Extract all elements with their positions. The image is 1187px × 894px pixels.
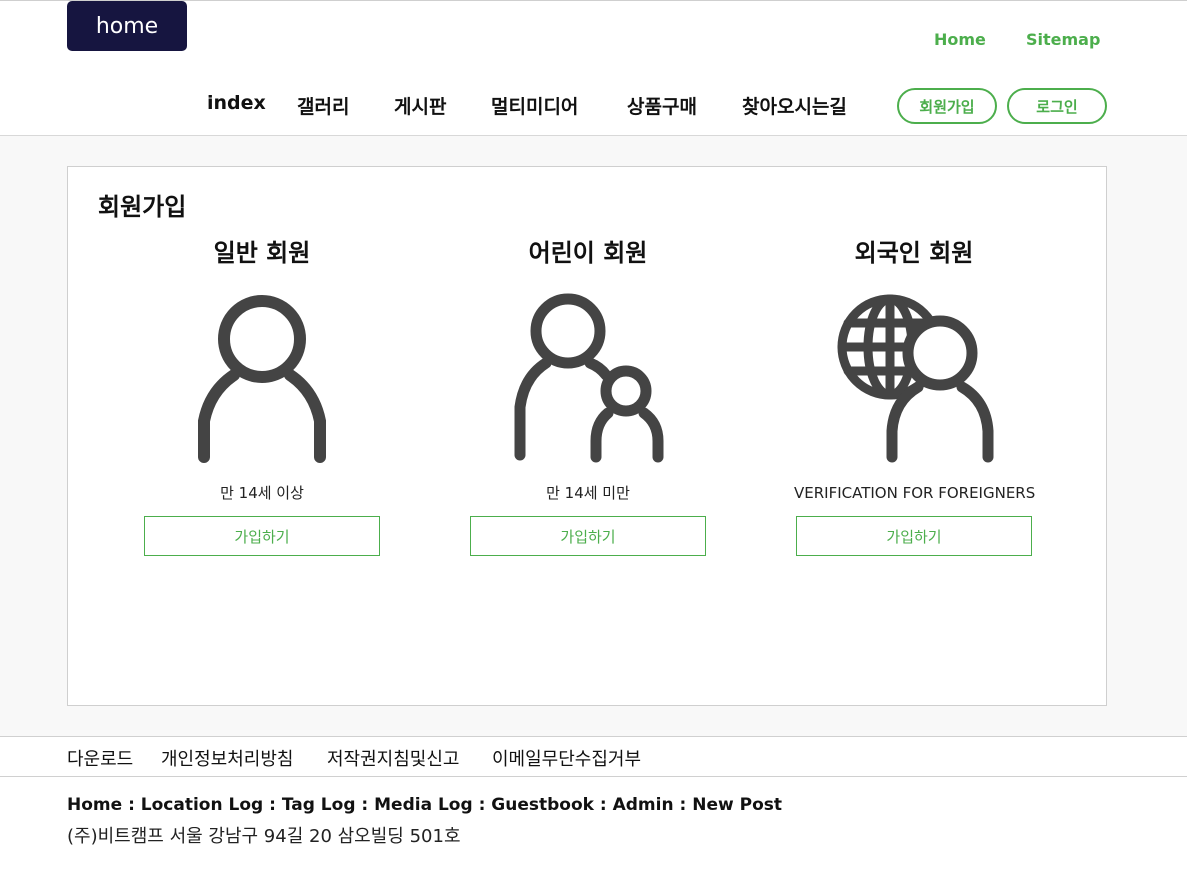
nav-item-gallery[interactable]: 갤러리 bbox=[297, 92, 349, 122]
footer-nav-location-log[interactable]: Location Log bbox=[141, 795, 263, 815]
signup-button[interactable]: 회원가입 bbox=[897, 88, 997, 124]
nav-item-index[interactable]: index bbox=[207, 92, 266, 122]
footer-nav-separator: : bbox=[593, 795, 613, 815]
page-title: 회원가입 bbox=[98, 193, 187, 221]
option-title: 어린이 회원 bbox=[528, 239, 648, 267]
footer-divider-top bbox=[0, 736, 1187, 737]
option-description: 만 14세 미만 bbox=[546, 484, 630, 502]
login-button[interactable]: 로그인 bbox=[1007, 88, 1107, 124]
option-title: 외국인 회원 bbox=[854, 239, 974, 267]
util-link-sitemap[interactable]: Sitemap bbox=[1026, 30, 1100, 49]
member-option-child: 어린이 회원 만 14세 미만 가입하기 bbox=[468, 235, 708, 556]
footer-nav-media-log[interactable]: Media Log bbox=[374, 795, 473, 815]
footer-nav-tag-log[interactable]: Tag Log bbox=[282, 795, 356, 815]
join-foreigner-button[interactable]: 가입하기 bbox=[796, 516, 1032, 556]
nav-item-shop[interactable]: 상품구매 bbox=[627, 92, 697, 122]
join-child-button[interactable]: 가입하기 bbox=[470, 516, 706, 556]
nav-item-location[interactable]: 찾아오시는길 bbox=[742, 92, 847, 122]
nav-item-multimedia[interactable]: 멀티미디어 bbox=[491, 92, 578, 122]
footer-nav-home[interactable]: Home bbox=[67, 795, 122, 815]
footer-link-email-policy[interactable]: 이메일무단수집거부 bbox=[492, 745, 641, 771]
footer-nav-separator: : bbox=[355, 795, 375, 815]
footer-nav: Home : Location Log : Tag Log : Media Lo… bbox=[67, 795, 782, 815]
member-option-general: 일반 회원 만 14세 이상 가입하기 bbox=[142, 235, 382, 556]
footer-nav-separator: : bbox=[122, 795, 141, 815]
footer-link-download[interactable]: 다운로드 bbox=[67, 745, 133, 771]
footer-divider-bottom bbox=[0, 776, 1187, 777]
footer-nav-new-post[interactable]: New Post bbox=[692, 795, 782, 815]
option-description: 만 14세 이상 bbox=[220, 484, 304, 502]
company-address: (주)비트캠프 서울 강남구 94길 20 삼오빌딩 501호 bbox=[67, 826, 461, 847]
util-link-home[interactable]: Home bbox=[934, 30, 986, 49]
globe-person-icon bbox=[834, 291, 994, 466]
option-title: 일반 회원 bbox=[213, 239, 311, 267]
home-logo-button[interactable]: home bbox=[67, 1, 187, 51]
member-option-foreigner: 외국인 회원 VERIFICATION FOR FOREIGNERS 가입하기 bbox=[794, 235, 1036, 556]
parent-child-icon bbox=[508, 291, 668, 466]
option-description: VERIFICATION FOR FOREIGNERS bbox=[794, 484, 1036, 502]
footer-nav-admin[interactable]: Admin bbox=[613, 795, 674, 815]
footer-link-copyright[interactable]: 저작권지침및신고 bbox=[327, 745, 459, 771]
footer-nav-separator: : bbox=[673, 795, 693, 815]
nav-item-board[interactable]: 게시판 bbox=[394, 92, 446, 122]
join-general-button[interactable]: 가입하기 bbox=[144, 516, 380, 556]
footer-nav-separator: : bbox=[263, 795, 282, 815]
footer-nav-separator: : bbox=[472, 795, 492, 815]
footer-link-privacy[interactable]: 개인정보처리방침 bbox=[161, 745, 293, 771]
person-icon bbox=[182, 291, 342, 466]
signup-panel: 회원가입 일반 회원 만 14세 이상 가입하기 어린이 회원 만 14세 미만… bbox=[67, 166, 1107, 706]
footer-nav-guestbook[interactable]: Guestbook bbox=[491, 795, 594, 815]
